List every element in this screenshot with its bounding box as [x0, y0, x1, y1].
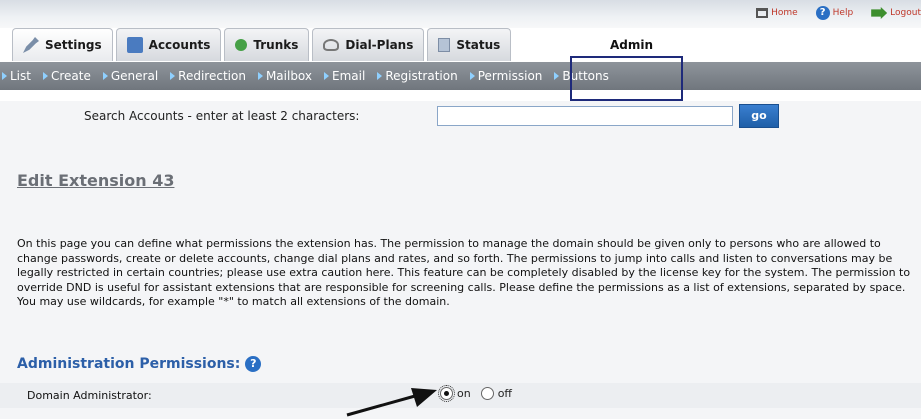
subnav-label: Create: [50, 69, 91, 83]
admin-label: Admin: [610, 38, 654, 52]
arrow-right-icon: [257, 72, 263, 80]
subnav-item-permission[interactable]: Permission: [469, 69, 543, 83]
arrow-right-icon: [42, 72, 48, 80]
domain-admin-radio-group: on off: [438, 385, 513, 402]
dialplans-icon: [323, 39, 340, 51]
tab-label: Settings: [45, 38, 102, 52]
subnav-label: Redirection: [178, 69, 246, 83]
arrow-right-icon: [554, 72, 560, 80]
tab-status[interactable]: Status: [427, 28, 512, 61]
help-link[interactable]: ? Help: [815, 6, 854, 20]
home-link-label: Home: [771, 8, 798, 18]
subnav-item-list[interactable]: List: [2, 69, 31, 83]
accounts-icon: [126, 37, 143, 53]
help-icon: ?: [815, 6, 830, 20]
subnav-label: Email: [332, 69, 366, 83]
section-title-label: Administration Permissions:: [17, 356, 241, 372]
subnav-item-mailbox[interactable]: Mailbox: [257, 69, 313, 83]
help-link-label: Help: [832, 8, 854, 18]
help-question-icon[interactable]: ?: [245, 356, 262, 372]
page-title: Edit Extension 43: [17, 171, 175, 190]
radio-off[interactable]: [480, 387, 494, 400]
main-tabs: Settings Accounts Trunks Dial-Plans Stat…: [12, 28, 512, 61]
arrow-right-icon: [170, 72, 176, 80]
subnav-item-registration[interactable]: Registration: [377, 69, 458, 83]
radio-on[interactable]: [438, 385, 455, 402]
logout-link[interactable]: Logout: [871, 6, 921, 20]
subnav-label: List: [10, 69, 31, 83]
search-input[interactable]: [437, 106, 733, 126]
radio-on-label: on: [457, 387, 471, 400]
top-bar: Home ? Help Logout: [0, 0, 921, 28]
logout-link-label: Logout: [890, 8, 921, 18]
search-label: Search Accounts - enter at least 2 chara…: [84, 109, 360, 123]
pointer-arrow-icon: [346, 388, 437, 417]
subnav-item-redirection[interactable]: Redirection: [170, 69, 246, 83]
subnav-item-general[interactable]: General: [102, 69, 159, 83]
arrow-right-icon: [377, 72, 383, 80]
subnav-label: Mailbox: [265, 69, 313, 83]
tab-settings[interactable]: Settings: [12, 28, 113, 61]
arrow-right-icon: [324, 72, 330, 80]
top-links: Home ? Help Logout: [756, 6, 921, 20]
page-description: On this page you can define what permiss…: [17, 237, 911, 309]
go-button[interactable]: go: [739, 104, 779, 128]
subnav-label: Buttons: [562, 69, 609, 83]
subnav-item-buttons[interactable]: Buttons: [554, 69, 609, 83]
arrow-right-icon: [469, 72, 475, 80]
settings-icon: [23, 37, 39, 53]
tab-label: Dial-Plans: [345, 38, 414, 52]
subnav-label: Registration: [385, 69, 458, 83]
subnav-label: Permission: [477, 69, 543, 83]
subnav-item-email[interactable]: Email: [324, 69, 365, 83]
tab-label: Accounts: [148, 38, 211, 52]
home-icon: [756, 8, 769, 18]
sub-navigation: List Create General Redirection Mailbox …: [0, 62, 921, 90]
logout-icon: [871, 7, 888, 19]
subnav-label: General: [110, 69, 159, 83]
domain-admin-row: Domain Administrator: on off: [0, 383, 921, 408]
search-row: Search Accounts - enter at least 2 chara…: [0, 101, 921, 131]
trunks-icon: [235, 39, 248, 51]
home-link[interactable]: Home: [756, 6, 798, 20]
radio-off-label: off: [497, 387, 513, 400]
tab-label: Status: [456, 38, 501, 52]
domain-admin-label: Domain Administrator:: [27, 389, 152, 402]
tab-trunks[interactable]: Trunks: [224, 28, 310, 61]
tab-dial-plans[interactable]: Dial-Plans: [312, 28, 425, 61]
tab-accounts[interactable]: Accounts: [115, 28, 222, 61]
section-title: Administration Permissions: ?: [17, 356, 262, 372]
arrow-right-icon: [2, 72, 7, 80]
arrow-right-icon: [102, 72, 108, 80]
status-icon: [438, 38, 451, 52]
subnav-item-create[interactable]: Create: [42, 69, 91, 83]
tab-label: Trunks: [253, 38, 299, 52]
